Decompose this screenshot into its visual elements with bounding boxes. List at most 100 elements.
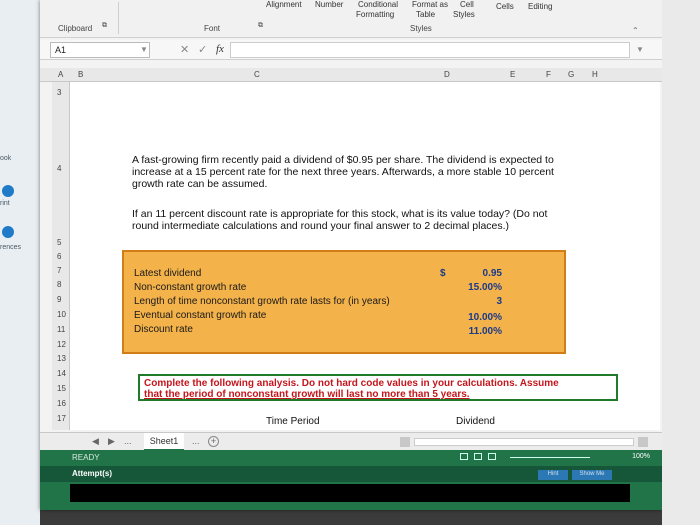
sidebar-label-print: rint	[0, 200, 10, 207]
attempts-bar: Attempt(s)	[40, 466, 662, 482]
scroll-right-icon[interactable]	[638, 437, 648, 447]
name-box[interactable]: A1	[50, 42, 150, 58]
column-headers: A B C D E F G H	[40, 68, 662, 82]
divider	[118, 2, 119, 34]
column-header-c[interactable]: C	[254, 70, 260, 79]
input-label-constant-growth: Eventual constant growth rate	[134, 310, 267, 321]
input-label-discount-rate: Discount rate	[134, 324, 193, 335]
row-header[interactable]: 16	[57, 399, 66, 408]
prev-sheet-icon[interactable]: ◀	[92, 436, 99, 447]
normal-view-icon[interactable]	[460, 453, 468, 460]
cell-styles-button[interactable]: Cell	[460, 0, 474, 9]
format-as-table-button[interactable]: Format as	[412, 0, 448, 9]
row-header[interactable]: 4	[57, 164, 61, 173]
collapse-ribbon-icon[interactable]: ⌃	[632, 26, 639, 35]
row-header[interactable]: 11	[57, 325, 65, 334]
page-layout-icon[interactable]	[474, 453, 482, 460]
instruction-line: that the period of nonconstant growth wi…	[144, 389, 470, 400]
cells-button[interactable]: Cells	[496, 2, 514, 11]
conditional-formatting-label[interactable]: Formatting	[356, 10, 394, 19]
problem-text-line: growth rate can be assumed.	[132, 178, 268, 190]
status-ready: READY	[72, 453, 100, 462]
number-group-label[interactable]: Number	[315, 0, 343, 9]
question-text-line: If an 11 percent discount rate is approp…	[132, 208, 548, 220]
cancel-icon[interactable]: ✕	[180, 43, 189, 56]
next-sheet-icon[interactable]: ▶	[108, 436, 115, 447]
input-label-growth-length: Length of time nonconstant growth rate l…	[134, 296, 390, 307]
show-me-button[interactable]: Show Me	[572, 470, 612, 480]
expand-formula-icon[interactable]: ▼	[636, 45, 644, 54]
tab-sheet1[interactable]: Sheet1	[144, 433, 184, 451]
page-break-icon[interactable]	[488, 453, 496, 460]
input-value-discount-rate[interactable]: 11.00%	[469, 326, 502, 337]
question-text-line: round intermediate calculations and roun…	[132, 220, 510, 232]
row-header[interactable]: 15	[57, 384, 66, 393]
input-label-latest-dividend: Latest dividend	[134, 268, 202, 279]
row-header[interactable]: 14	[57, 369, 66, 378]
scroll-left-icon[interactable]	[400, 437, 410, 447]
font-launcher-icon[interactable]: ⧉	[258, 22, 263, 30]
row-header[interactable]: 17	[57, 414, 66, 423]
references-icon[interactable]	[2, 226, 14, 238]
input-value-latest-dividend[interactable]: 0.95	[483, 268, 502, 279]
instruction-line: Complete the following analysis. Do not …	[144, 378, 559, 389]
row-header[interactable]: 8	[57, 280, 61, 289]
editing-button[interactable]: Editing	[528, 2, 552, 11]
row-header[interactable]: 10	[57, 310, 66, 319]
row-header[interactable]: 13	[57, 354, 66, 363]
header-dividend[interactable]: Dividend	[456, 416, 495, 427]
row-header[interactable]: 12	[57, 340, 66, 349]
attempts-label: Attempt(s)	[72, 469, 112, 478]
zoom-slider[interactable]	[510, 457, 590, 458]
font-group-label: Font	[204, 24, 221, 33]
background-app-sidebar: ook rint rences	[0, 0, 40, 525]
formula-bar: A1 ▼ ✕ ✓ fx ▼	[40, 40, 662, 60]
column-header-e[interactable]: E	[510, 70, 515, 79]
clipboard-group-label: Clipboard	[58, 24, 93, 33]
more-sheets-right[interactable]: ...	[192, 436, 200, 446]
row-header[interactable]: 5	[57, 238, 61, 247]
cell-styles-label[interactable]: Styles	[453, 10, 475, 19]
conditional-formatting-button[interactable]: Conditional	[358, 0, 398, 9]
clipboard-launcher-icon[interactable]: ⧉	[102, 22, 107, 30]
print-icon[interactable]	[2, 185, 14, 197]
name-box-dropdown-icon[interactable]: ▼	[140, 45, 148, 54]
add-sheet-icon[interactable]: +	[208, 436, 219, 447]
header-time-period[interactable]: Time Period	[266, 416, 320, 427]
problem-text-line: increase at a 15 percent rate for the ne…	[132, 166, 554, 178]
instruction-box: Complete the following analysis. Do not …	[138, 374, 618, 401]
column-header-d[interactable]: D	[444, 70, 450, 79]
insert-function-icon[interactable]: fx	[216, 43, 224, 55]
row-header[interactable]: 3	[57, 88, 61, 97]
input-value-growth-length[interactable]: 3	[496, 296, 502, 307]
format-as-table-label[interactable]: Table	[416, 10, 435, 19]
sheet-tab-bar: ◀ ▶ ... Sheet1 ... +	[40, 432, 662, 451]
alignment-group-label[interactable]: Alignment	[266, 0, 302, 9]
excel-window: Clipboard ⧉ Font ⧉ Alignment Number Cond…	[40, 0, 662, 510]
input-value-constant-growth[interactable]: 10.00%	[468, 312, 502, 323]
row-header[interactable]: 7	[57, 266, 61, 275]
worksheet-grid[interactable]: A fast-growing firm recently paid a divi…	[70, 82, 660, 430]
hint-button[interactable]: Hint	[538, 470, 568, 480]
input-value-nonconstant-growth[interactable]: 15.00%	[468, 282, 502, 293]
status-bar: READY 100% Attempt(s) Hint Show Me	[40, 450, 662, 510]
zoom-level[interactable]: 100%	[632, 453, 650, 460]
ribbon: Clipboard ⧉ Font ⧉ Alignment Number Cond…	[40, 0, 662, 38]
column-header-b[interactable]: B	[78, 70, 83, 79]
column-header-g[interactable]: G	[568, 70, 574, 79]
column-header-f[interactable]: F	[546, 70, 551, 79]
sidebar-label-book: ook	[0, 155, 12, 162]
styles-group-label: Styles	[410, 24, 432, 33]
input-data-box: Latest dividend $ 0.95 Non-constant grow…	[122, 250, 566, 354]
horizontal-scrollbar[interactable]	[414, 438, 634, 446]
formula-input[interactable]	[230, 42, 630, 58]
more-sheets-left[interactable]: ...	[124, 436, 132, 446]
row-header[interactable]: 9	[57, 295, 61, 304]
row-headers: 3 4 5 6 7 8 9 10 11 12 13 14 15 16 17	[52, 82, 70, 430]
problem-text-line: A fast-growing firm recently paid a divi…	[132, 154, 554, 166]
right-background-edge	[662, 0, 700, 525]
column-header-h[interactable]: H	[592, 70, 598, 79]
row-header[interactable]: 6	[57, 252, 61, 261]
column-header-a[interactable]: A	[58, 70, 63, 79]
enter-icon[interactable]: ✓	[198, 43, 207, 56]
